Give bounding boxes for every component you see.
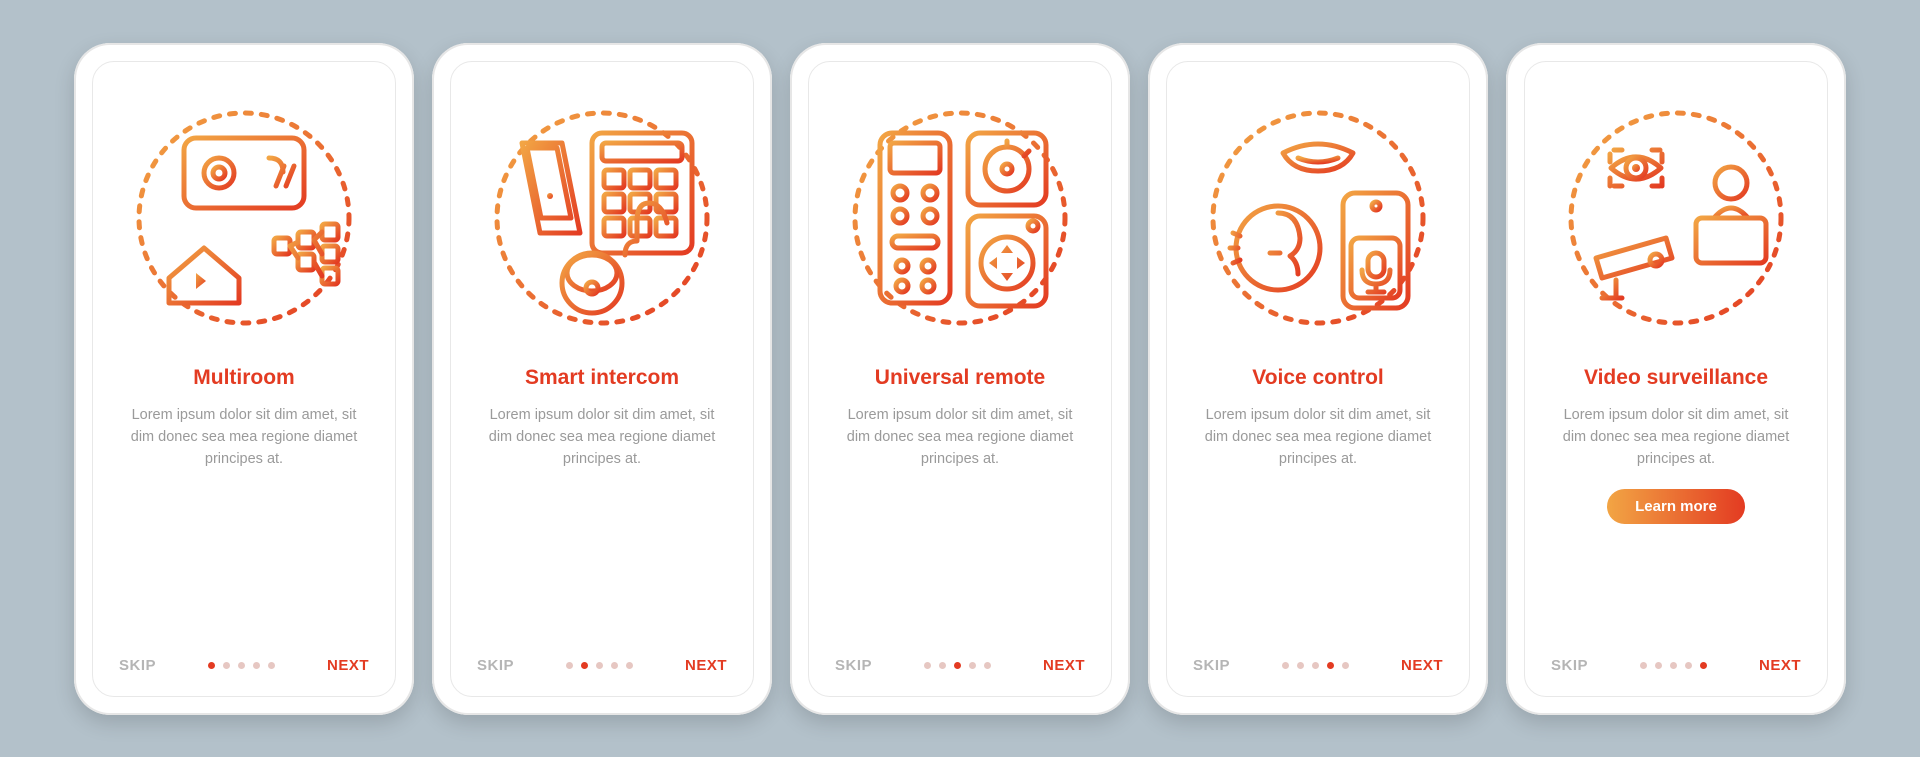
- phone-mockup: Video surveillance Lorem ipsum dolor sit…: [1506, 43, 1846, 715]
- phone-mockup: Voice control Lorem ipsum dolor sit dim …: [1148, 43, 1488, 715]
- dot: [1327, 662, 1334, 669]
- page-indicator: [1282, 662, 1349, 669]
- dot: [596, 662, 603, 669]
- onboarding-nav: SKIP NEXT: [835, 657, 1085, 674]
- screen-description: Lorem ipsum dolor sit dim amet, sit dim …: [119, 404, 369, 471]
- onboarding-nav: SKIP NEXT: [119, 657, 369, 674]
- screen-title: Video surveillance: [1584, 366, 1768, 390]
- dot: [1282, 662, 1289, 669]
- screen-description: Lorem ipsum dolor sit dim amet, sit dim …: [477, 404, 727, 471]
- screen-description: Lorem ipsum dolor sit dim amet, sit dim …: [835, 404, 1085, 471]
- next-button[interactable]: NEXT: [685, 657, 727, 674]
- universal-remote-icon: [840, 98, 1080, 338]
- screen-title: Universal remote: [875, 366, 1045, 390]
- dot: [1640, 662, 1647, 669]
- learn-more-button[interactable]: Learn more: [1607, 489, 1745, 524]
- onboarding-screen: Multiroom Lorem ipsum dolor sit dim amet…: [92, 61, 396, 697]
- dot: [1312, 662, 1319, 669]
- dot: [1670, 662, 1677, 669]
- dot: [566, 662, 573, 669]
- screen-title: Smart intercom: [525, 366, 679, 390]
- phone-mockup: Universal remote Lorem ipsum dolor sit d…: [790, 43, 1130, 715]
- dot: [268, 662, 275, 669]
- dot: [626, 662, 633, 669]
- onboarding-nav: SKIP NEXT: [477, 657, 727, 674]
- dot: [238, 662, 245, 669]
- page-indicator: [208, 662, 275, 669]
- skip-button[interactable]: SKIP: [477, 657, 514, 674]
- dot: [1685, 662, 1692, 669]
- onboarding-screen: Video surveillance Lorem ipsum dolor sit…: [1524, 61, 1828, 697]
- phone-mockup: Multiroom Lorem ipsum dolor sit dim amet…: [74, 43, 414, 715]
- video-surveillance-icon: [1556, 98, 1796, 338]
- next-button[interactable]: NEXT: [1043, 657, 1085, 674]
- dot: [939, 662, 946, 669]
- dot: [1655, 662, 1662, 669]
- onboarding-screen: Universal remote Lorem ipsum dolor sit d…: [808, 61, 1112, 697]
- dot: [924, 662, 931, 669]
- voice-control-icon: [1198, 98, 1438, 338]
- dot: [984, 662, 991, 669]
- screen-description: Lorem ipsum dolor sit dim amet, sit dim …: [1551, 404, 1801, 471]
- page-indicator: [1640, 662, 1707, 669]
- dot: [954, 662, 961, 669]
- next-button[interactable]: NEXT: [1401, 657, 1443, 674]
- skip-button[interactable]: SKIP: [1193, 657, 1230, 674]
- screen-title: Multiroom: [193, 366, 294, 390]
- dot: [253, 662, 260, 669]
- dot: [1700, 662, 1707, 669]
- page-indicator: [924, 662, 991, 669]
- dot: [969, 662, 976, 669]
- dot: [1342, 662, 1349, 669]
- next-button[interactable]: NEXT: [1759, 657, 1801, 674]
- screen-description: Lorem ipsum dolor sit dim amet, sit dim …: [1193, 404, 1443, 471]
- page-indicator: [566, 662, 633, 669]
- dot: [208, 662, 215, 669]
- next-button[interactable]: NEXT: [327, 657, 369, 674]
- multiroom-icon: [124, 98, 364, 338]
- onboarding-nav: SKIP NEXT: [1551, 657, 1801, 674]
- dot: [581, 662, 588, 669]
- skip-button[interactable]: SKIP: [119, 657, 156, 674]
- onboarding-screen: Voice control Lorem ipsum dolor sit dim …: [1166, 61, 1470, 697]
- dot: [611, 662, 618, 669]
- phone-mockup: Smart intercom Lorem ipsum dolor sit dim…: [432, 43, 772, 715]
- dot: [1297, 662, 1304, 669]
- dot: [223, 662, 230, 669]
- onboarding-screen: Smart intercom Lorem ipsum dolor sit dim…: [450, 61, 754, 697]
- skip-button[interactable]: SKIP: [835, 657, 872, 674]
- smart-intercom-icon: [482, 98, 722, 338]
- screen-title: Voice control: [1252, 366, 1383, 390]
- skip-button[interactable]: SKIP: [1551, 657, 1588, 674]
- onboarding-nav: SKIP NEXT: [1193, 657, 1443, 674]
